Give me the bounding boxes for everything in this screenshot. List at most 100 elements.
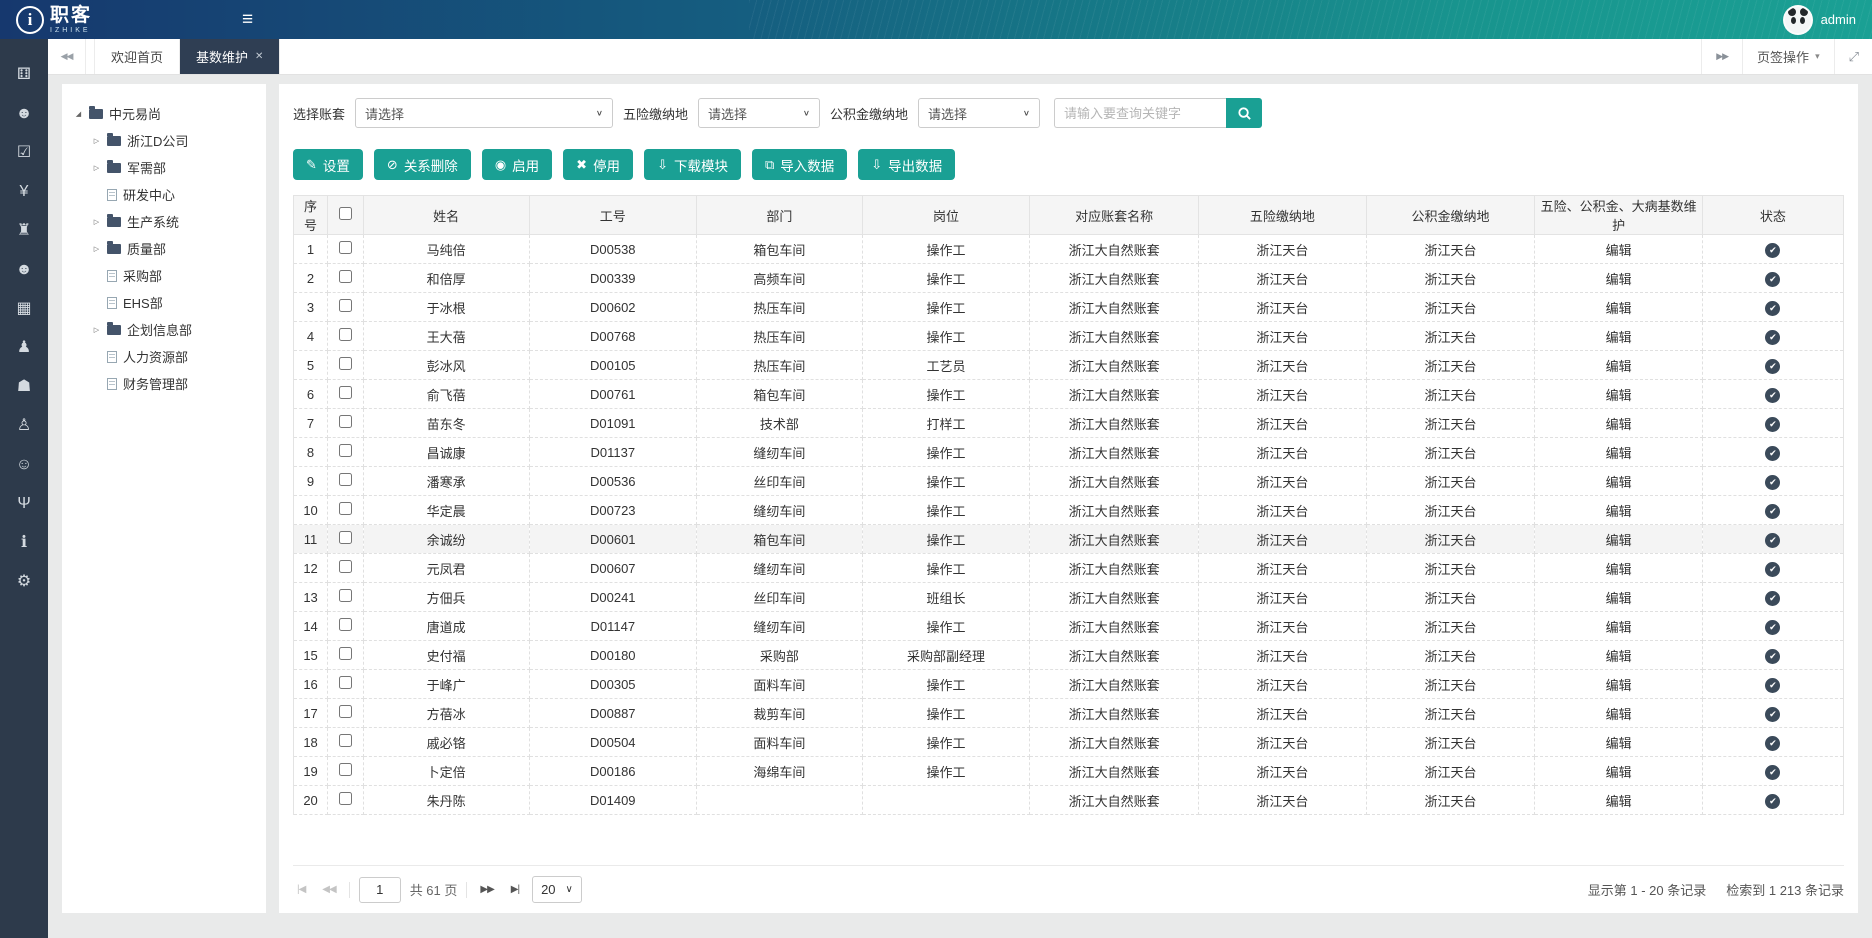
edit-link[interactable]: 编辑 [1606,330,1632,345]
status-check-icon[interactable]: ✔ [1765,359,1780,374]
trophy-icon[interactable]: Ψ [17,496,30,512]
status-check-icon[interactable]: ✔ [1765,330,1780,345]
import-data-button[interactable]: ⧉导入数据 [752,149,847,180]
disable-button[interactable]: ✖停用 [563,149,633,180]
bank-icon[interactable]: ♜ [17,223,31,239]
tree-item-中元易尚[interactable]: ◢中元易尚 [68,100,260,127]
last-page-button[interactable]: ▶| [507,881,523,898]
page-size-select[interactable]: 20 ∨ [532,876,582,903]
user-icon[interactable]: ☺ [16,457,32,473]
prev-page-button[interactable]: ◀◀ [318,881,339,898]
row-checkbox[interactable] [339,618,352,631]
edit-link[interactable]: 编辑 [1606,591,1632,606]
status-check-icon[interactable]: ✔ [1765,504,1780,519]
edit-link[interactable]: 编辑 [1606,504,1632,519]
team-icon[interactable]: ☻ [16,262,33,278]
edit-link[interactable]: 编辑 [1606,649,1632,664]
export-data-button[interactable]: ⇩导出数据 [858,149,955,180]
close-icon[interactable]: ✕ [255,51,263,62]
tree-item-人力资源部[interactable]: 人力资源部 [68,343,260,370]
status-check-icon[interactable]: ✔ [1765,649,1780,664]
tree-item-研发中心[interactable]: 研发中心 [68,181,260,208]
row-checkbox[interactable] [339,241,352,254]
row-checkbox[interactable] [339,560,352,573]
enable-button[interactable]: ◉启用 [482,149,552,180]
status-check-icon[interactable]: ✔ [1765,562,1780,577]
edit-link[interactable]: 编辑 [1606,562,1632,577]
row-checkbox[interactable] [339,444,352,457]
edit-link[interactable]: 编辑 [1606,678,1632,693]
users-group-icon[interactable]: ☻ [16,106,33,122]
tab-operations-button[interactable]: 页签操作 ▾ [1742,39,1834,74]
street-view-icon[interactable]: ♟ [17,340,31,356]
row-checkbox[interactable] [339,647,352,660]
edit-link[interactable]: 编辑 [1606,243,1632,258]
row-checkbox[interactable] [339,734,352,747]
tree-item-浙江D公司[interactable]: ▷浙江D公司 [68,127,260,154]
tabs-scroll-right-icon[interactable]: ▶▶ [1701,39,1742,74]
tree-item-采购部[interactable]: 采购部 [68,262,260,289]
info-icon[interactable]: ℹ [21,535,27,551]
status-check-icon[interactable]: ✔ [1765,678,1780,693]
row-checkbox[interactable] [339,589,352,602]
row-checkbox[interactable] [339,415,352,428]
row-checkbox[interactable] [339,299,352,312]
tree-item-军需部[interactable]: ▷军需部 [68,154,260,181]
row-checkbox[interactable] [339,386,352,399]
edit-link[interactable]: 编辑 [1606,359,1632,374]
edit-link[interactable]: 编辑 [1606,533,1632,548]
row-checkbox[interactable] [339,328,352,341]
download-template-button[interactable]: ⇩下载模块 [644,149,741,180]
tab-欢迎首页[interactable]: 欢迎首页 [94,39,180,74]
status-check-icon[interactable]: ✔ [1765,446,1780,461]
tree-item-质量部[interactable]: ▷质量部 [68,235,260,262]
social-insurance-place-select[interactable]: 请选择∨ [698,98,820,128]
edit-link[interactable]: 编辑 [1606,417,1632,432]
graduation-cap-icon[interactable]: ☗ [17,379,31,395]
search-button[interactable] [1226,98,1262,128]
status-check-icon[interactable]: ✔ [1765,620,1780,635]
status-check-icon[interactable]: ✔ [1765,533,1780,548]
caret-collapsed-icon[interactable]: ▷ [92,164,101,172]
edit-link[interactable]: 编辑 [1606,446,1632,461]
status-check-icon[interactable]: ✔ [1765,272,1780,287]
caret-expanded-icon[interactable]: ◢ [74,110,83,118]
caret-collapsed-icon[interactable]: ▷ [92,326,101,334]
edit-link[interactable]: 编辑 [1606,301,1632,316]
check-square-icon[interactable]: ☑ [17,145,31,161]
cubes-icon[interactable]: ⚅ [17,67,31,83]
relation-delete-button[interactable]: ⊘关系删除 [374,149,471,180]
select-all-checkbox[interactable] [339,207,352,220]
status-check-icon[interactable]: ✔ [1765,301,1780,316]
caret-collapsed-icon[interactable]: ▷ [92,245,101,253]
row-checkbox[interactable] [339,705,352,718]
edit-link[interactable]: 编辑 [1606,620,1632,635]
page-number-input[interactable] [359,877,401,903]
tree-item-财务管理部[interactable]: 财务管理部 [68,370,260,397]
row-checkbox[interactable] [339,473,352,486]
settings-button[interactable]: ✎设置 [293,149,363,180]
edit-link[interactable]: 编辑 [1606,794,1632,809]
status-check-icon[interactable]: ✔ [1765,794,1780,809]
avatar[interactable] [1783,5,1813,35]
user-menu[interactable]: admin [1783,5,1856,35]
status-check-icon[interactable]: ✔ [1765,707,1780,722]
search-input[interactable] [1054,98,1226,128]
tree-item-企划信息部[interactable]: ▷企划信息部 [68,316,260,343]
child-icon[interactable]: ♙ [17,418,31,434]
status-check-icon[interactable]: ✔ [1765,417,1780,432]
edit-link[interactable]: 编辑 [1606,388,1632,403]
edit-link[interactable]: 编辑 [1606,765,1632,780]
edit-link[interactable]: 编辑 [1606,736,1632,751]
status-check-icon[interactable]: ✔ [1765,591,1780,606]
row-checkbox[interactable] [339,792,352,805]
status-check-icon[interactable]: ✔ [1765,388,1780,403]
account-set-select[interactable]: 请选择∨ [355,98,613,128]
caret-collapsed-icon[interactable]: ▷ [92,137,101,145]
row-checkbox[interactable] [339,763,352,776]
edit-link[interactable]: 编辑 [1606,707,1632,722]
tabs-scroll-left-icon[interactable]: ◀◀ [48,39,86,74]
tree-item-生产系统[interactable]: ▷生产系统 [68,208,260,235]
status-check-icon[interactable]: ✔ [1765,765,1780,780]
row-checkbox[interactable] [339,676,352,689]
